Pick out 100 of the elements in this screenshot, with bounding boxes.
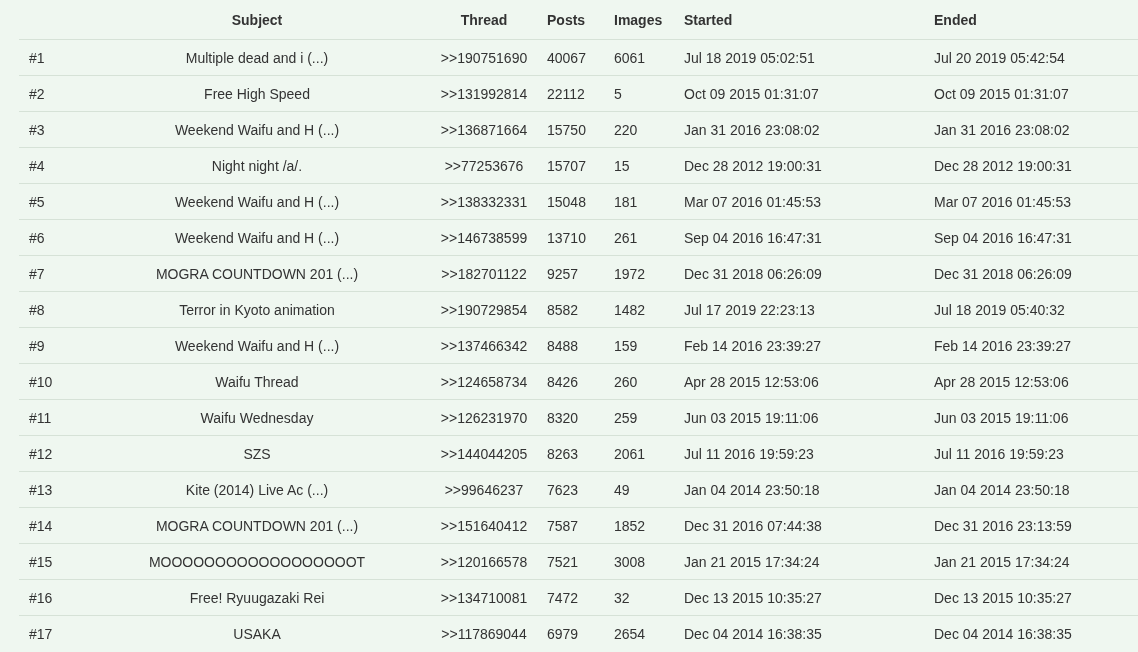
thread-link[interactable]: >>117869044 [441,625,527,642]
table-cell: Jul 17 2019 22:23:13 [684,301,815,318]
table-cell: Jan 31 2016 23:08:02 [684,121,820,138]
table-cell: Waifu Thread [215,373,299,390]
table-cell: Dec 04 2014 16:38:35 [934,625,1072,642]
table-cell: 7587 [547,517,579,534]
thread-link[interactable]: >>77253676 [444,157,524,174]
table-cell: 8488 [547,337,579,354]
table-cell: 7623 [547,481,579,498]
table-cell: #11 [29,409,52,426]
table-cell: 259 [614,409,638,426]
column-header: Subject [231,11,283,28]
table-cell: Jun 03 2015 19:11:06 [934,409,1069,426]
thread-link[interactable]: >>138332331 [440,193,528,210]
table-cell: MOGRA COUNTDOWN 201 (...) [155,265,359,282]
table-cell: Jan 31 2016 23:08:02 [934,121,1070,138]
thread-link[interactable]: >>190751690 [440,49,528,66]
table-cell: 8426 [547,373,579,390]
thread-link[interactable]: >>120166578 [440,553,528,570]
column-header: Images [614,11,663,28]
table-cell: #7 [29,265,45,282]
table-cell: 15707 [547,157,586,174]
table-cell: USAKA [233,625,281,642]
thread-link[interactable]: >>144044205 [440,445,528,462]
table-cell: Weekend Waifu and H (...) [174,229,340,246]
table-cell: 3008 [614,553,646,570]
thread-link[interactable]: >>99646237 [444,481,524,498]
table-cell: 6061 [614,49,646,66]
table-cell: #6 [29,229,45,246]
table-cell: Dec 13 2015 10:35:27 [934,589,1072,606]
table-cell: 15750 [547,121,586,138]
table-cell: Waifu Wednesday [200,409,314,426]
table-cell: Free High Speed [204,85,310,102]
table-cell: Jan 04 2014 23:50:18 [684,481,820,498]
table-cell: Weekend Waifu and H (...) [174,337,340,354]
table-cell: 22112 [547,85,585,102]
table-cell: Dec 28 2012 19:00:31 [684,157,822,174]
table-cell: 2061 [614,445,646,462]
table-cell: Terror in Kyoto animation [179,301,335,318]
table-cell: 15 [614,157,630,174]
table-cell: 7521 [547,553,579,570]
table-cell: 260 [614,373,638,390]
table-cell: Oct 09 2015 01:31:07 [684,85,819,102]
table-cell: #16 [29,589,53,606]
thread-link[interactable]: >>151640412 [440,517,528,534]
table-cell: Sep 04 2016 16:47:31 [934,229,1072,246]
table-cell: 32 [614,589,630,606]
thread-link[interactable]: >>134710081 [440,589,528,606]
table-cell: #2 [29,85,45,102]
thread-link[interactable]: >>126231970 [440,409,528,426]
table-cell: #12 [29,445,53,462]
table-cell: Sep 04 2016 16:47:31 [684,229,822,246]
table-cell: 2654 [614,625,646,642]
table-cell: Jan 21 2015 17:34:24 [684,553,820,570]
table-cell: 5 [614,85,622,102]
column-header: Thread [460,11,508,28]
column-header: Started [684,11,733,28]
table-cell: 15048 [547,193,586,210]
thread-link[interactable]: >>190729854 [440,301,528,318]
table-cell: 7472 [547,589,579,606]
table-cell: Jun 03 2015 19:11:06 [684,409,819,426]
thread-link[interactable]: >>124658734 [440,373,528,390]
thread-link[interactable]: >>131992814 [440,85,528,102]
table-cell: Kite (2014) Live Ac (...) [185,481,329,498]
table-cell: Dec 28 2012 19:00:31 [934,157,1072,174]
table-cell: Jan 04 2014 23:50:18 [934,481,1070,498]
table-cell: #14 [29,517,53,534]
table-cell: Dec 31 2016 23:13:59 [934,517,1072,534]
table-cell: 1482 [614,301,646,318]
table-cell: Mar 07 2016 01:45:53 [684,193,821,210]
table-cell: Night night /a/. [211,157,303,174]
table-cell: SZS [243,445,271,462]
table-cell: 49 [614,481,630,498]
table-cell: #15 [29,553,53,570]
table-cell: Dec 04 2014 16:38:35 [684,625,822,642]
thread-link[interactable]: >>182701122 [441,265,527,282]
table-cell: #5 [29,193,45,210]
table-cell: Jul 11 2016 19:59:23 [684,445,814,462]
table-cell: #9 [29,337,45,354]
thread-link[interactable]: >>146738599 [440,229,528,246]
thread-link[interactable]: >>136871664 [440,121,528,138]
table-cell: Feb 14 2016 23:39:27 [684,337,821,354]
table-cell: #1 [29,49,45,66]
table-cell: #13 [29,481,53,498]
table-cell: 40067 [547,49,586,66]
table-cell: 8263 [547,445,579,462]
table-cell: 159 [614,337,638,354]
table-cell: Dec 13 2015 10:35:27 [684,589,822,606]
table-cell: Multiple dead and i (...) [185,49,329,66]
table-cell: MOGRA COUNTDOWN 201 (...) [155,517,359,534]
table-cell: Jul 18 2019 05:40:32 [934,301,1065,318]
table-cell: 220 [614,121,638,138]
table-cell: Feb 14 2016 23:39:27 [934,337,1071,354]
table-cell: Jul 18 2019 05:02:51 [684,49,815,66]
table-cell: Weekend Waifu and H (...) [174,121,340,138]
table-cell: Free! Ryuugazaki Rei [189,589,325,606]
table-cell: Apr 28 2015 12:53:06 [684,373,819,390]
table-cell: Mar 07 2016 01:45:53 [934,193,1071,210]
table-cell: 13710 [547,229,586,246]
thread-link[interactable]: >>137466342 [440,337,528,354]
